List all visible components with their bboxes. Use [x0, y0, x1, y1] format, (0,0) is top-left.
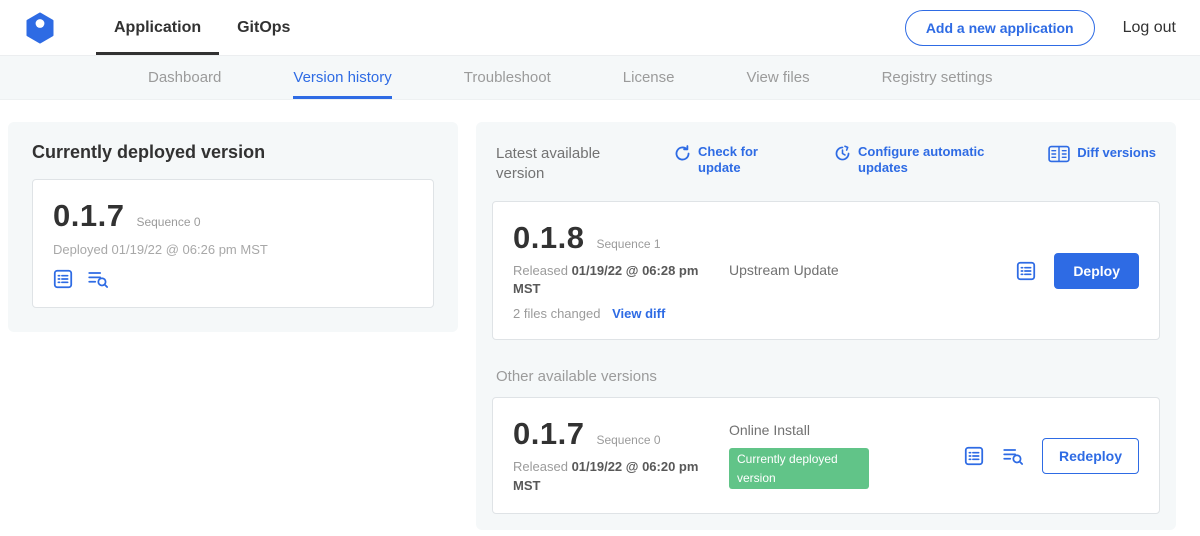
released-label: Released	[513, 459, 568, 474]
diff-versions-label: Diff versions	[1077, 145, 1156, 161]
currently-deployed-panel: Currently deployed version 0.1.7 Sequenc…	[8, 122, 458, 332]
subnav-item-troubleshoot[interactable]: Troubleshoot	[464, 56, 551, 99]
other-version-card: 0.1.7 Sequence 0 Released 01/19/22 @ 06:…	[492, 397, 1160, 513]
add-application-button[interactable]: Add a new application	[905, 10, 1095, 46]
tab-application-label: Application	[114, 19, 201, 37]
subnav-license-label: License	[623, 69, 675, 86]
tab-application[interactable]: Application	[96, 0, 219, 55]
deployed-timestamp: Deployed 01/19/22 @ 06:26 pm MST	[53, 242, 413, 257]
app-logo	[24, 0, 56, 55]
release-notes-icon[interactable]	[53, 269, 73, 289]
redeploy-button[interactable]: Redeploy	[1042, 438, 1139, 474]
subnav-view-files-label: View files	[746, 69, 809, 86]
top-navbar: Application GitOps Add a new application…	[0, 0, 1200, 56]
topnav-spacer	[308, 0, 904, 55]
view-diff-link[interactable]: View diff	[612, 306, 665, 321]
refresh-icon	[674, 145, 691, 162]
subnav-troubleshoot-label: Troubleshoot	[464, 69, 551, 86]
configure-automatic-updates-button[interactable]: Configure automatic updates	[834, 144, 1008, 177]
configure-automatic-updates-label: Configure automatic updates	[858, 144, 1008, 177]
subnav-item-version-history[interactable]: Version history	[293, 56, 391, 99]
other-view-files-diff-icon[interactable]	[1002, 446, 1024, 466]
latest-version-number: 0.1.8	[513, 220, 584, 256]
deployed-panel-title: Currently deployed version	[32, 142, 434, 163]
view-files-diff-icon[interactable]	[87, 269, 109, 289]
deployed-version-number: 0.1.7	[53, 198, 124, 234]
deployed-version-card: 0.1.7 Sequence 0 Deployed 01/19/22 @ 06:…	[32, 179, 434, 308]
latest-version-card: 0.1.8 Sequence 1 Released 01/19/22 @ 06:…	[492, 201, 1160, 340]
diff-versions-icon	[1048, 145, 1070, 163]
latest-sequence-label: Sequence 1	[596, 237, 660, 251]
subnav-item-registry-settings[interactable]: Registry settings	[882, 56, 993, 99]
tab-gitops-label: GitOps	[237, 19, 290, 37]
other-release-notes-icon[interactable]	[964, 446, 984, 466]
logout-link[interactable]: Log out	[1123, 19, 1176, 37]
check-for-update-button[interactable]: Check for update	[674, 144, 778, 177]
latest-release-notes-icon[interactable]	[1016, 261, 1036, 281]
check-for-update-label: Check for update	[698, 144, 778, 177]
schedule-update-icon	[834, 145, 851, 162]
diff-versions-button[interactable]: Diff versions	[1048, 144, 1156, 163]
currently-deployed-badge: Currently deployed version	[729, 448, 869, 489]
other-released-line: Released 01/19/22 @ 06:20 pm MST	[513, 458, 713, 494]
available-versions-panel: Latest available version Check for updat…	[476, 122, 1176, 530]
subnav-item-view-files[interactable]: View files	[746, 56, 809, 99]
subnav-version-history-label: Version history	[293, 69, 391, 86]
other-sequence-label: Sequence 0	[596, 433, 660, 447]
app-logo-icon	[24, 12, 56, 44]
topnav-tabs: Application GitOps	[96, 0, 308, 55]
main-content: Currently deployed version 0.1.7 Sequenc…	[0, 100, 1200, 530]
subnav-item-license[interactable]: License	[623, 56, 675, 99]
latest-source-label: Upstream Update	[729, 262, 839, 278]
latest-files-row: 2 files changed View diff	[513, 306, 713, 321]
subnav-item-dashboard[interactable]: Dashboard	[148, 56, 221, 99]
app-subnav: Dashboard Version history Troubleshoot L…	[0, 56, 1200, 100]
other-version-number: 0.1.7	[513, 416, 584, 452]
available-versions-header: Latest available version Check for updat…	[492, 138, 1160, 201]
files-changed-label: 2 files changed	[513, 306, 600, 321]
tab-gitops[interactable]: GitOps	[219, 0, 308, 55]
latest-released-line: Released 01/19/22 @ 06:28 pm MST	[513, 262, 713, 298]
released-label: Released	[513, 263, 568, 278]
deployed-sequence-label: Sequence 0	[136, 215, 200, 229]
other-source-label: Online Install	[729, 422, 810, 438]
subnav-registry-settings-label: Registry settings	[882, 69, 993, 86]
subnav-dashboard-label: Dashboard	[148, 69, 221, 86]
latest-available-title: Latest available version	[496, 144, 646, 183]
deploy-button[interactable]: Deploy	[1054, 253, 1139, 289]
other-versions-label: Other available versions	[496, 368, 1156, 385]
